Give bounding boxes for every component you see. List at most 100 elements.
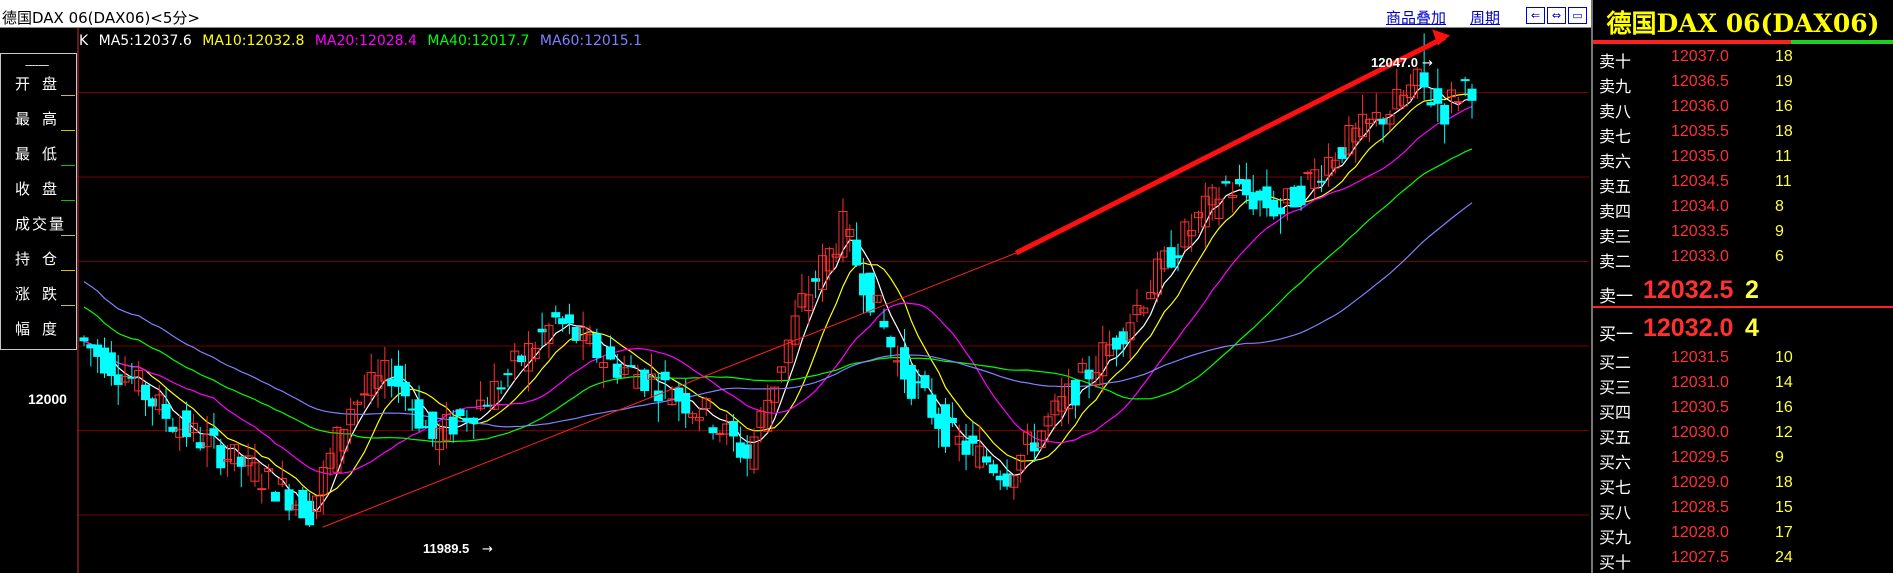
info-row-open-interest: 持仓 xyxy=(9,243,75,278)
ask-row[interactable]: 卖六 12035.0 11 xyxy=(1593,144,1893,171)
level-label: 卖二 xyxy=(1599,252,1632,271)
ma10-line xyxy=(83,93,1473,497)
candle-body xyxy=(414,399,424,429)
candle-body xyxy=(209,428,219,436)
ask-row[interactable]: 卖七 12035.5 18 xyxy=(1593,119,1893,146)
level-price: 12031.5 xyxy=(1671,349,1729,366)
info-row-low: 最低 xyxy=(9,138,75,173)
ask-row[interactable]: 卖十 12037.0 18 xyxy=(1593,44,1893,71)
overlay-symbol-link[interactable]: 商品叠加 xyxy=(1386,7,1446,28)
level-volume: 11 xyxy=(1775,173,1792,190)
level-volume: 9 xyxy=(1775,223,1784,240)
window-title-bar: 德国DAX 06(DAX06)<5分> 商品叠加 周期 ⇐ ⇔ ▭ xyxy=(0,0,1591,28)
level-volume: 18 xyxy=(1775,123,1793,140)
candle-body xyxy=(161,403,171,419)
bid-row[interactable]: 买七 12029.0 18 xyxy=(1593,470,1893,497)
level-volume: 11 xyxy=(1775,148,1792,165)
ask-row[interactable]: 卖五 12034.5 11 xyxy=(1593,169,1893,196)
bid-row[interactable]: 买一 12032.0 4 xyxy=(1593,312,1893,345)
candle-body xyxy=(400,382,410,397)
ask-row[interactable]: 卖四 12034.0 8 xyxy=(1593,194,1893,221)
level-price: 12035.5 xyxy=(1671,123,1729,140)
candle-body xyxy=(865,272,875,313)
level-volume: 19 xyxy=(1775,73,1793,90)
candle-body xyxy=(257,488,267,491)
chart-title: 德国DAX 06(DAX06)<5分> xyxy=(2,9,200,27)
info-label-open: 开盘 xyxy=(15,75,70,93)
ask-row[interactable]: 卖一 12032.5 2 xyxy=(1593,274,1893,307)
low-arrow-icon: → xyxy=(482,542,493,557)
level-price: 12033.5 xyxy=(1671,223,1729,240)
level-price: 12037.0 xyxy=(1671,48,1729,65)
candle-body xyxy=(968,435,978,444)
info-label-volume: 成交量 xyxy=(15,215,67,233)
candle-body xyxy=(941,404,951,447)
info-row-change: 涨跌 xyxy=(9,278,75,313)
level-volume: 16 xyxy=(1775,98,1793,115)
info-label-change-pct: 幅度 xyxy=(15,320,70,338)
swap-window-icon[interactable]: ⇔ xyxy=(1547,7,1566,24)
candle-body xyxy=(1460,79,1470,82)
restore-window-icon[interactable]: ⇐ xyxy=(1526,7,1545,24)
candle-body xyxy=(469,417,479,424)
level-price: 12033.0 xyxy=(1671,248,1729,265)
bid-row[interactable]: 买九 12028.0 17 xyxy=(1593,520,1893,547)
candle-body xyxy=(79,337,89,342)
candle-body xyxy=(1419,72,1429,88)
candle-body xyxy=(852,239,862,266)
bid-row[interactable]: 买六 12029.5 9 xyxy=(1593,445,1893,472)
ma40-value: MA40:12017.7 xyxy=(427,33,530,49)
level-price: 12034.0 xyxy=(1671,198,1729,215)
candle-body xyxy=(660,371,670,381)
candle-body xyxy=(564,314,574,324)
maximize-window-icon[interactable]: ▭ xyxy=(1568,7,1587,24)
level-volume: 9 xyxy=(1775,449,1784,466)
level-price: 12028.0 xyxy=(1671,524,1729,541)
bid-row[interactable]: 买三 12031.0 14 xyxy=(1593,370,1893,397)
info-row-high: 最高 xyxy=(9,103,75,138)
candle-body xyxy=(879,320,889,328)
bid-row[interactable]: 买十 12027.5 24 xyxy=(1593,545,1893,572)
candle-body xyxy=(1173,255,1183,259)
info-label-close: 收盘 xyxy=(15,180,70,198)
period-link[interactable]: 周期 xyxy=(1470,7,1500,28)
level-price: 12030.5 xyxy=(1671,399,1729,416)
ask-row[interactable]: 卖三 12033.5 9 xyxy=(1593,219,1893,246)
candle-body xyxy=(1317,180,1327,183)
info-row-volume: 成交量 xyxy=(9,208,75,243)
level-price: 12029.0 xyxy=(1671,474,1729,491)
candle-body xyxy=(1221,181,1231,184)
candle-body xyxy=(681,392,691,414)
level-price: 12031.0 xyxy=(1671,374,1729,391)
candle-body xyxy=(448,416,458,435)
info-label-change: 涨跌 xyxy=(15,285,70,303)
ask-row[interactable]: 卖二 12033.0 6 xyxy=(1593,244,1893,271)
candle-body xyxy=(982,456,992,463)
candle-body xyxy=(1070,380,1080,406)
info-label-low: 最低 xyxy=(15,145,70,163)
level-price: 12028.5 xyxy=(1671,499,1729,516)
bid-row[interactable]: 买五 12030.0 12 xyxy=(1593,420,1893,447)
bid-row[interactable]: 买四 12030.5 16 xyxy=(1593,395,1893,422)
high-price-label: 12047.0 xyxy=(1371,55,1418,70)
trend-lines xyxy=(322,29,1450,528)
info-label-high: 最高 xyxy=(15,110,70,128)
candle-body xyxy=(141,384,151,401)
candle-body xyxy=(708,427,718,434)
ask-row[interactable]: 卖九 12036.5 19 xyxy=(1593,69,1893,96)
bid-row[interactable]: 买八 12028.5 15 xyxy=(1593,495,1893,522)
bid-row[interactable]: 买二 12031.5 10 xyxy=(1593,345,1893,372)
level-label: 卖一 xyxy=(1599,287,1633,307)
level-price: 12036.0 xyxy=(1671,98,1729,115)
candle-body xyxy=(886,336,896,348)
candle-body xyxy=(1440,104,1450,125)
candle-body xyxy=(626,365,636,368)
candlestick-chart[interactable]: 12010 12000 12047.0 → 11989.5 → xyxy=(0,28,1591,573)
ma5-value: MA5:12037.6 xyxy=(98,33,192,49)
level-label: 买十 xyxy=(1599,553,1632,572)
level-volume: 10 xyxy=(1775,349,1793,366)
level-price: 12036.5 xyxy=(1671,73,1729,90)
ask-row[interactable]: 卖八 12036.0 16 xyxy=(1593,94,1893,121)
candle-body xyxy=(729,421,739,437)
level-price: 12035.0 xyxy=(1671,148,1729,165)
